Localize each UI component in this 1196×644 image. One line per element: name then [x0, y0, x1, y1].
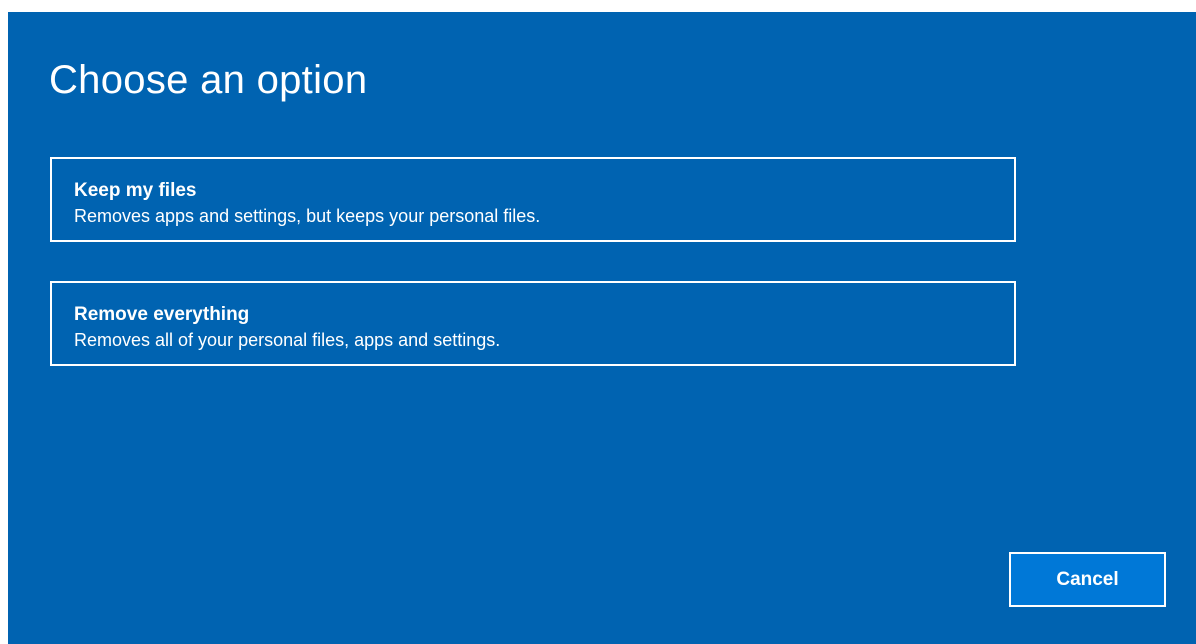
option-remove-everything[interactable]: Remove everything Removes all of your pe…: [50, 281, 1016, 366]
option-keep-my-files[interactable]: Keep my files Removes apps and settings,…: [50, 157, 1016, 242]
cancel-button[interactable]: Cancel: [1009, 552, 1166, 607]
option-title: Keep my files: [74, 180, 197, 201]
option-description: Removes all of your personal files, apps…: [74, 330, 501, 350]
option-title: Remove everything: [74, 304, 250, 325]
choose-option-dialog: Choose an option Keep my files Removes a…: [8, 12, 1196, 644]
page-title: Choose an option: [49, 58, 368, 102]
option-description: Removes apps and settings, but keeps you…: [74, 206, 541, 226]
